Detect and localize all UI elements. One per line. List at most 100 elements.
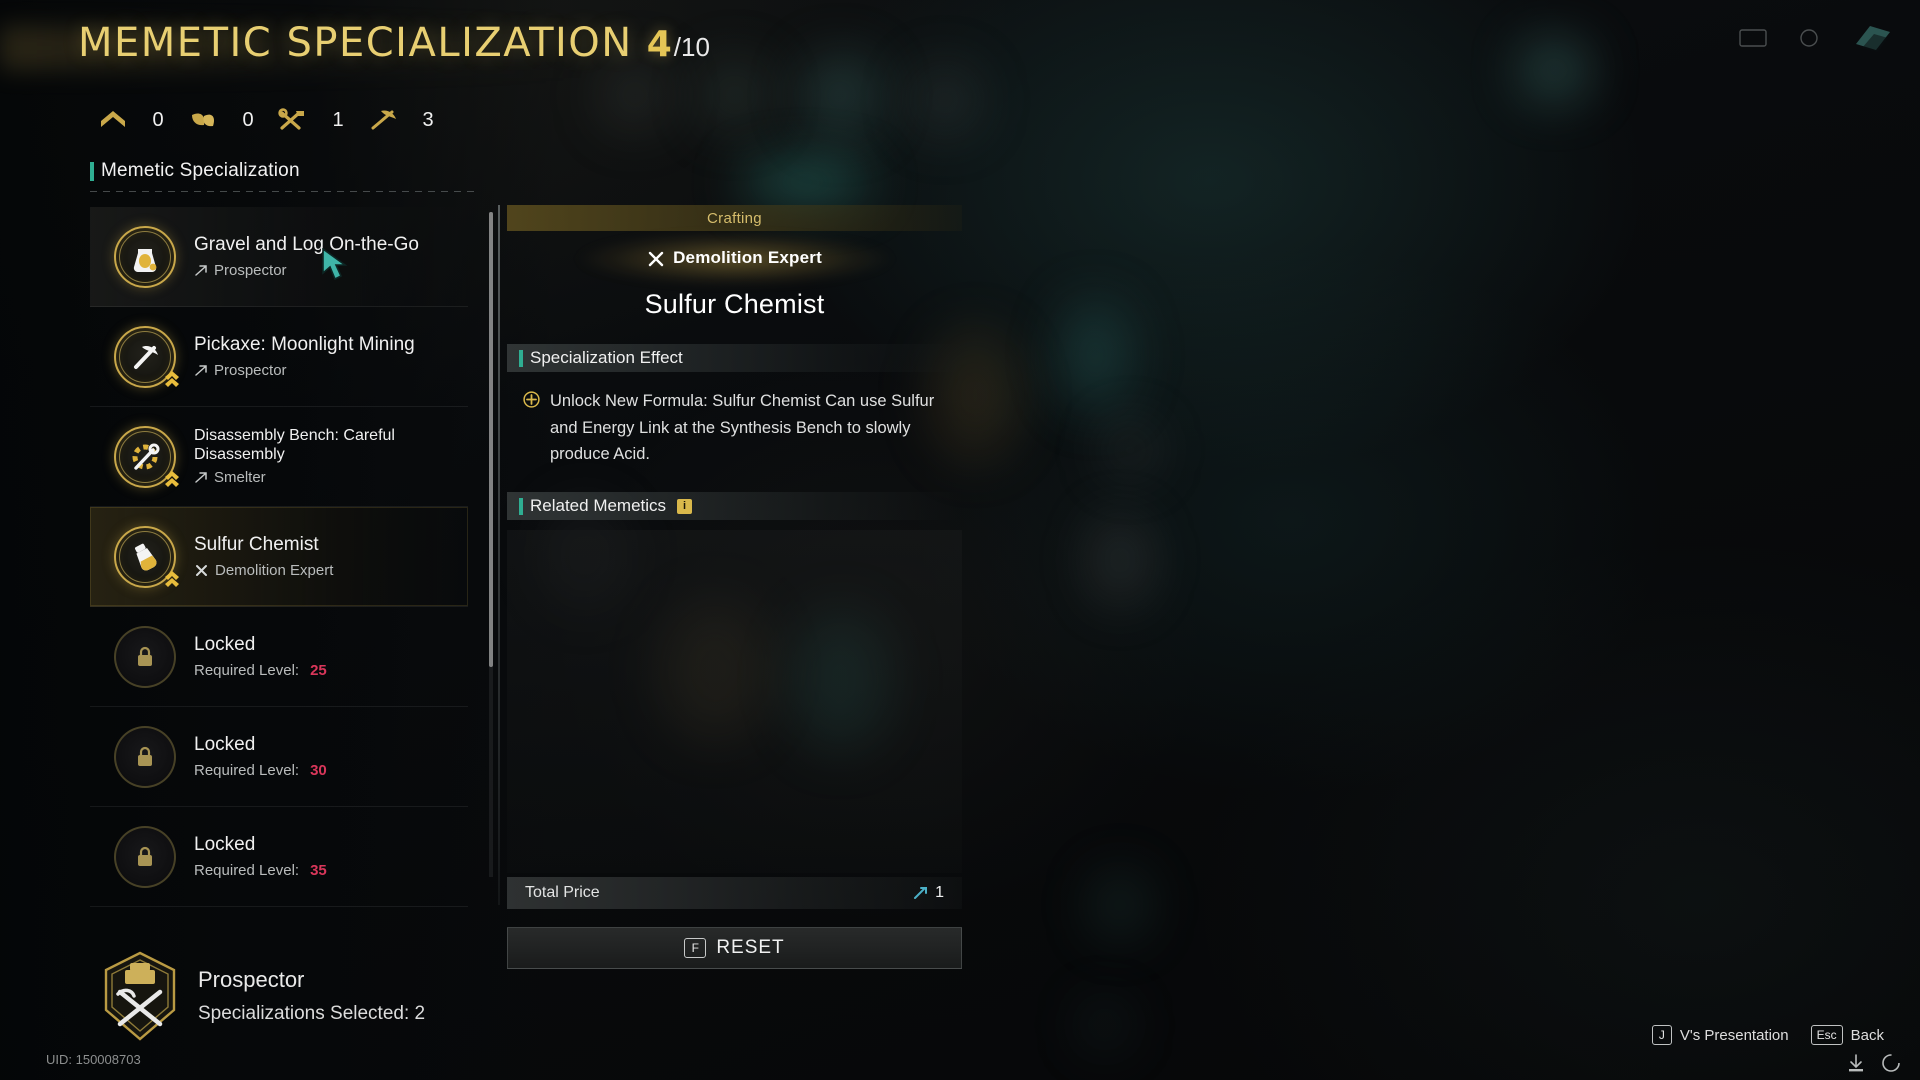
item-sub: Required Level: 35	[194, 862, 444, 879]
item-sub-label: Required Level:	[194, 861, 300, 879]
hint-presentation[interactable]: J V's Presentation	[1651, 1025, 1789, 1045]
dashed-divider	[90, 191, 476, 192]
plus-circle-icon	[523, 391, 540, 468]
effect-body: Unlock New Formula: Sulfur Chemist Can u…	[507, 388, 962, 468]
flask-icon	[114, 525, 179, 588]
item-sub: Prospector	[194, 262, 444, 279]
item-name: Locked	[194, 834, 256, 856]
upgrade-chevron-icon	[165, 470, 179, 487]
sidebar-header: Memetic Specialization	[90, 160, 490, 192]
profile-block: Prospector Specializations Selected: 2	[100, 950, 425, 1042]
pickaxe-medal-icon	[114, 325, 179, 388]
profile-text: Prospector Specializations Selected: 2	[198, 967, 425, 1025]
hint-key: Esc	[1810, 1025, 1843, 1045]
item-sub: Prospector	[194, 362, 444, 379]
item-sub-label: Smelter	[214, 469, 266, 487]
list-item[interactable]: Locked Required Level: 30	[90, 707, 468, 807]
related-heading-label: Related Memetics	[530, 496, 667, 516]
total-price-value: 1	[935, 884, 944, 902]
item-name: Locked	[194, 734, 256, 756]
resource-value: 1	[332, 108, 344, 131]
prospector-medal-icon	[100, 950, 180, 1042]
lock-icon	[114, 825, 176, 888]
tab-icon-2	[1800, 29, 1818, 47]
list-item[interactable]: Sulfur Chemist Demolition Expert	[90, 507, 468, 607]
hint-label: V's Presentation	[1679, 1026, 1789, 1044]
counter-max: /10	[673, 32, 710, 62]
hint-back[interactable]: Esc Back	[1810, 1025, 1884, 1045]
resource-gatherer: 0	[186, 105, 276, 135]
list-scrollbar-thumb[interactable]	[489, 212, 493, 667]
gold-bag-icon	[114, 225, 176, 288]
related-memetics-panel	[507, 530, 962, 874]
cross-tools-icon	[648, 251, 664, 266]
resource-value: 0	[242, 108, 254, 131]
bottom-right-icon-group	[1846, 1052, 1902, 1074]
arrow-up-right-icon	[195, 264, 207, 276]
upgrade-chevron-icon	[165, 570, 179, 587]
specialization-counter: 4 /10	[647, 24, 710, 65]
category-label: Crafting	[707, 209, 762, 227]
accent-bar	[90, 161, 94, 181]
hint-key: J	[1651, 1025, 1672, 1045]
info-badge-icon[interactable]: i	[677, 498, 693, 514]
upgrade-chevron-icon	[165, 370, 179, 387]
item-sub: Demolition Expert	[194, 562, 444, 579]
detail-panel: Crafting Demolition Expert Sulfur Chemis…	[507, 205, 962, 970]
sidebar-section-title: Memetic Specialization	[90, 160, 490, 182]
item-sub-label: Demolition Expert	[215, 561, 334, 579]
item-name: Gravel and Log On-the-Go	[194, 234, 419, 256]
profile-class-name: Prospector	[198, 967, 305, 992]
list-item[interactable]: Locked Required Level: 35	[90, 807, 468, 907]
specialization-effect-heading: Specialization Effect	[507, 344, 962, 372]
list-item[interactable]: Pickaxe: Moonlight Mining Prospector	[90, 307, 468, 407]
resource-survivalist: 0	[96, 105, 186, 135]
required-level-value: 30	[310, 761, 327, 779]
sidebar-section-label: Memetic Specialization	[101, 160, 300, 181]
total-price-value-group: 1	[912, 884, 944, 902]
reset-button-label: RESET	[716, 937, 785, 959]
reset-button[interactable]: F RESET	[507, 927, 962, 970]
arrow-up-right-icon	[195, 472, 207, 484]
faction-crest-icon	[1856, 26, 1890, 52]
category-bar: Crafting	[507, 205, 962, 231]
accent-bar	[519, 497, 523, 515]
reset-key-hint: F	[684, 938, 707, 959]
list-item[interactable]: Locked Required Level: 25	[90, 607, 468, 707]
specialization-list[interactable]: Gravel and Log On-the-Go Prospector Pick…	[90, 207, 490, 907]
accent-bar	[519, 349, 523, 367]
discipline-row: Demolition Expert	[507, 231, 962, 285]
list-item[interactable]: Disassembly Bench: Careful Disassembly S…	[90, 407, 468, 507]
item-sub: Required Level: 30	[194, 762, 444, 779]
arrow-up-right-icon	[195, 364, 207, 376]
lock-icon	[114, 625, 176, 688]
resource-bar: 0 0 1 3	[96, 105, 456, 135]
resource-value: 0	[152, 108, 164, 131]
cross-tools-icon	[196, 565, 207, 577]
related-memetics-heading: Related Memetics i	[507, 492, 962, 521]
total-price-row: Total Price 1	[507, 877, 962, 910]
house-chevron-icon	[96, 105, 130, 135]
profile-selected-count: Specializations Selected: 2	[198, 1003, 426, 1024]
item-name: Sulfur Chemist	[194, 534, 319, 556]
pickaxe-icon	[366, 105, 400, 135]
required-level-value: 35	[310, 861, 327, 879]
resource-value: 3	[422, 108, 434, 131]
item-sub: Smelter	[194, 469, 444, 486]
list-item[interactable]: Gravel and Log On-the-Go Prospector	[90, 207, 468, 307]
item-sub: Required Level: 25	[194, 662, 444, 679]
top-right-icon-group	[1738, 18, 1896, 58]
total-price-label: Total Price	[525, 884, 600, 902]
wrench-hammer-icon	[276, 105, 310, 135]
counter-current: 4	[646, 24, 672, 65]
detail-title: Sulfur Chemist	[644, 289, 825, 319]
item-sub-label: Required Level:	[194, 661, 300, 679]
item-name: Disassembly Bench: Careful Disassembly	[194, 426, 395, 463]
effect-text: Unlock New Formula: Sulfur Chemist Can u…	[550, 392, 935, 464]
effect-heading-label: Specialization Effect	[530, 348, 683, 367]
discipline-label: Demolition Expert	[673, 248, 822, 267]
page-title: MEMETIC SPECIALIZATION	[78, 20, 633, 66]
download-icon[interactable]	[1846, 1052, 1866, 1074]
item-sub-label: Prospector	[214, 261, 287, 279]
memetic-point-icon	[914, 886, 928, 899]
